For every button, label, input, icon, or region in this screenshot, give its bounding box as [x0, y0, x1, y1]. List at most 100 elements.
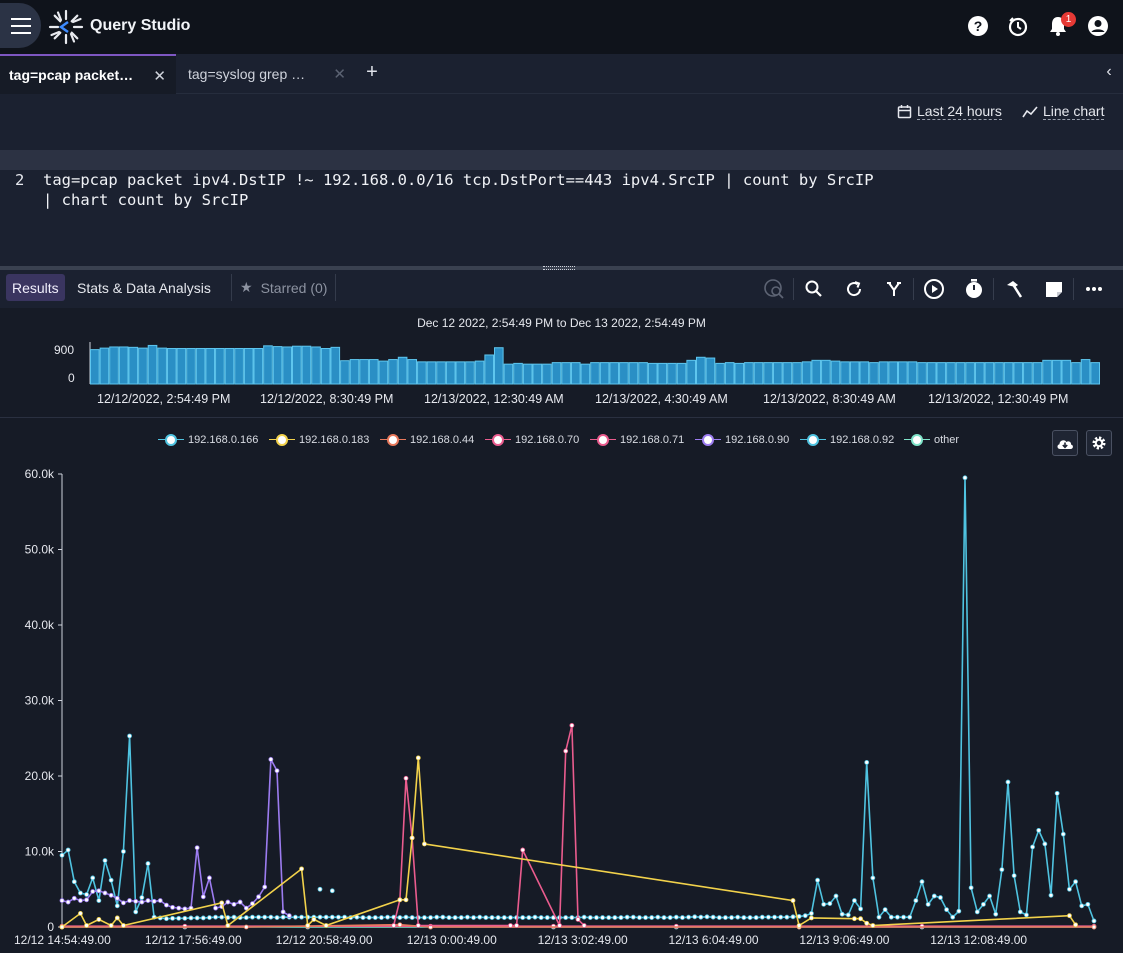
data-point[interactable] — [532, 914, 538, 920]
data-point[interactable] — [164, 902, 169, 908]
data-point[interactable] — [262, 884, 268, 890]
data-point[interactable] — [219, 900, 225, 906]
data-point[interactable] — [845, 912, 851, 918]
data-point[interactable] — [280, 909, 286, 915]
data-point[interactable] — [772, 914, 777, 920]
overview-bar[interactable] — [763, 362, 773, 385]
data-point[interactable] — [710, 914, 716, 920]
data-point[interactable] — [108, 923, 114, 928]
data-point[interactable] — [428, 915, 433, 920]
overview-bar[interactable] — [724, 362, 735, 385]
data-point[interactable] — [526, 915, 532, 920]
data-point[interactable] — [422, 915, 427, 920]
data-point[interactable] — [520, 915, 526, 920]
data-point[interactable] — [618, 915, 624, 920]
data-point[interactable] — [78, 898, 83, 903]
data-point[interactable] — [219, 914, 225, 920]
data-point[interactable] — [360, 915, 366, 920]
overview-bar[interactable] — [686, 359, 697, 385]
data-point[interactable] — [833, 893, 839, 899]
data-point[interactable] — [864, 920, 870, 926]
data-point[interactable] — [65, 847, 71, 853]
data-point[interactable] — [1054, 790, 1060, 796]
data-point[interactable] — [372, 915, 378, 920]
data-point[interactable] — [993, 911, 999, 917]
overview-bar[interactable] — [474, 360, 485, 385]
data-point[interactable] — [1085, 901, 1091, 907]
overview-bar[interactable] — [465, 361, 475, 385]
data-point[interactable] — [170, 904, 175, 910]
data-point[interactable] — [250, 914, 255, 920]
overview-bar[interactable] — [128, 346, 139, 385]
data-point[interactable] — [680, 915, 685, 920]
data-point[interactable] — [495, 915, 501, 920]
data-point[interactable] — [870, 923, 876, 928]
data-point[interactable] — [305, 923, 311, 928]
overview-bar[interactable] — [436, 361, 446, 385]
data-point[interactable] — [1042, 841, 1048, 847]
data-point[interactable] — [483, 915, 489, 920]
overview-bar[interactable] — [234, 347, 244, 385]
overview-bar[interactable] — [176, 347, 187, 385]
overview-bar[interactable] — [397, 356, 408, 385]
data-point[interactable] — [422, 841, 427, 847]
overview-bar[interactable] — [311, 346, 321, 385]
data-point[interactable] — [581, 923, 587, 928]
data-point[interactable] — [182, 915, 188, 921]
data-point[interactable] — [391, 923, 397, 928]
data-point[interactable] — [852, 898, 857, 903]
overview-bar[interactable] — [676, 362, 687, 385]
overview-bar[interactable] — [407, 359, 418, 385]
data-point[interactable] — [888, 914, 894, 920]
overview-bar[interactable] — [792, 362, 802, 385]
data-point[interactable] — [114, 903, 120, 909]
data-point[interactable] — [981, 901, 986, 907]
data-point[interactable] — [262, 914, 268, 920]
data-point[interactable] — [600, 915, 605, 920]
data-point[interactable] — [1073, 879, 1078, 885]
data-point[interactable] — [317, 886, 323, 892]
overview-bar[interactable] — [628, 362, 639, 385]
data-point[interactable] — [176, 915, 182, 921]
data-point[interactable] — [237, 899, 243, 905]
data-point[interactable] — [1067, 913, 1072, 919]
overview-bar[interactable] — [417, 361, 427, 385]
data-point[interactable] — [176, 905, 182, 911]
data-point[interactable] — [311, 917, 317, 922]
data-point[interactable] — [716, 915, 722, 920]
data-point[interactable] — [256, 894, 261, 900]
data-point[interactable] — [139, 895, 145, 900]
overview-bar[interactable] — [503, 363, 514, 385]
data-point[interactable] — [385, 914, 390, 920]
data-point[interactable] — [1091, 918, 1097, 924]
data-point[interactable] — [790, 914, 796, 920]
data-point[interactable] — [114, 895, 120, 901]
data-point[interactable] — [293, 914, 298, 920]
overview-bar[interactable] — [609, 362, 620, 385]
data-point[interactable] — [280, 914, 286, 920]
data-point[interactable] — [649, 915, 655, 920]
overview-bar[interactable] — [878, 361, 889, 385]
data-point[interactable] — [164, 916, 169, 922]
data-point[interactable] — [913, 898, 919, 903]
data-point[interactable] — [643, 915, 648, 920]
overview-bar[interactable] — [946, 362, 956, 385]
overview-bar[interactable] — [513, 362, 523, 385]
overview-bar[interactable] — [368, 359, 379, 385]
data-point[interactable] — [114, 915, 120, 921]
data-point[interactable] — [569, 915, 575, 920]
overview-bar[interactable] — [484, 354, 494, 385]
data-point[interactable] — [637, 915, 642, 920]
overview-bar[interactable] — [532, 363, 543, 385]
data-point[interactable] — [704, 914, 710, 920]
data-point[interactable] — [71, 879, 77, 885]
data-point[interactable] — [864, 760, 870, 765]
overview-bar[interactable] — [205, 347, 216, 385]
overview-bar[interactable] — [253, 347, 264, 385]
overview-bar[interactable] — [657, 362, 668, 385]
overview-bars[interactable] — [0, 308, 1123, 390]
data-point[interactable] — [1011, 873, 1017, 879]
overview-bar[interactable] — [542, 363, 552, 385]
overview-bar[interactable] — [272, 346, 283, 385]
data-point[interactable] — [1073, 922, 1078, 928]
